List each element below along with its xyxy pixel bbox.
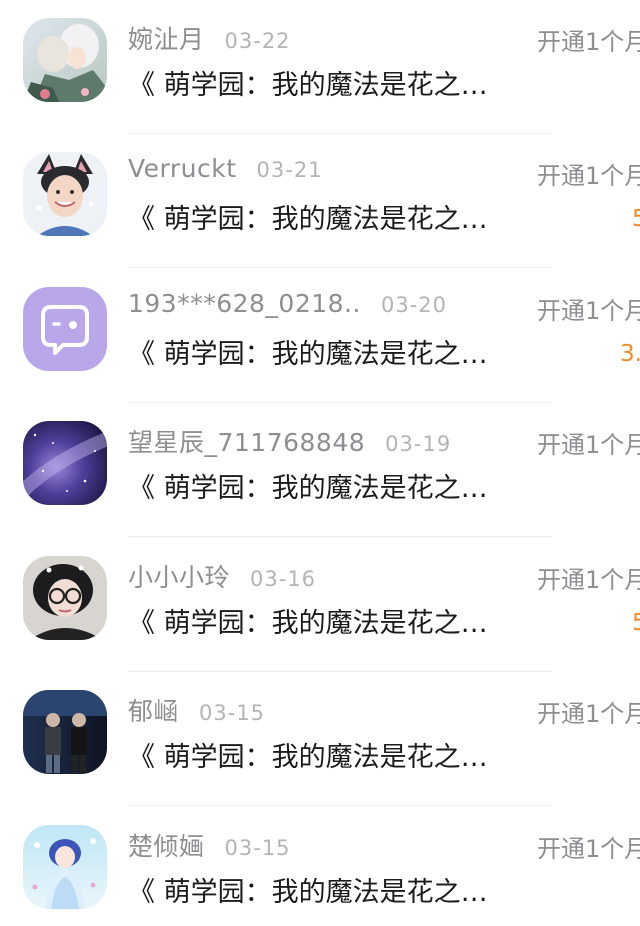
name-date-line: 郁崡 03-15 [128, 692, 265, 732]
row-divider [128, 267, 552, 268]
name-date-line: 婉沚月 03-22 [128, 20, 291, 60]
name-date-line: Verruckt 03-21 [128, 154, 323, 194]
amount-value: 5 [632, 610, 640, 636]
list-item[interactable]: 193***628_0218.. 03-20 《 萌学园：我的魔法是花之… 开通1个月… [0, 269, 640, 403]
subscription-action: 开通1个月 [537, 566, 640, 594]
user-name[interactable]: Verruckt [128, 154, 237, 183]
book-title[interactable]: 《 萌学园：我的魔法是花之… [128, 738, 533, 778]
name-date-line: 望星辰_711768848 03-19 [128, 423, 451, 463]
name-date-line: 小小小玲 03-16 [128, 558, 316, 598]
record-date: 03-21 [256, 158, 323, 182]
subscription-action: 开通1个月 [537, 297, 640, 325]
book-title[interactable]: 《 萌学园：我的魔法是花之… [128, 200, 533, 240]
amount-value: 3. [620, 341, 640, 367]
subscription-action: 开通1个月 [537, 700, 640, 728]
list-item[interactable]: 郁崡 03-15 《 萌学园：我的魔法是花之… 开通1个月 [0, 672, 640, 806]
book-title[interactable]: 《 萌学园：我的魔法是花之… [128, 604, 533, 644]
girl-selfie-avatar [23, 556, 107, 640]
record-date: 03-16 [250, 567, 317, 591]
record-date: 03-22 [224, 29, 291, 53]
list-item[interactable]: 婉沚月 03-22 《 萌学园：我的魔法是花之… 开通1个月 [0, 0, 640, 134]
book-title[interactable]: 《 萌学园：我的魔法是花之… [128, 469, 533, 509]
avatar[interactable] [23, 825, 107, 909]
record-date: 03-20 [380, 293, 447, 317]
galaxy-avatar [23, 421, 107, 505]
anime-couple-avatar [23, 18, 107, 102]
street-couple-avatar [23, 690, 107, 774]
avatar[interactable] [23, 18, 107, 102]
cat-ears-avatar [23, 152, 107, 236]
avatar[interactable] [23, 287, 107, 371]
user-name[interactable]: 婉沚月 [128, 20, 205, 56]
avatar[interactable] [23, 556, 107, 640]
subscription-action: 开通1个月 [537, 431, 640, 459]
name-date-line: 193***628_0218.. 03-20 [128, 289, 447, 329]
book-title[interactable]: 《 萌学园：我的魔法是花之… [128, 66, 533, 106]
row-divider [128, 536, 552, 537]
avatar[interactable] [23, 690, 107, 774]
subscription-record-list: 婉沚月 03-22 《 萌学园：我的魔法是花之… 开通1个月 Verruckt 03-21… [0, 0, 640, 926]
user-name[interactable]: 郁崡 [128, 692, 179, 728]
record-date: 03-19 [385, 432, 452, 456]
name-date-line: 楚倾婳 03-15 [128, 827, 291, 867]
subscription-action: 开通1个月 [537, 835, 640, 863]
book-title[interactable]: 《 萌学园：我的魔法是花之… [128, 873, 533, 913]
user-name[interactable]: 193***628_0218.. [128, 289, 361, 318]
user-name[interactable]: 楚倾婳 [128, 827, 205, 863]
default-chat-avatar [23, 287, 107, 371]
record-date: 03-15 [199, 701, 266, 725]
subscription-action: 开通1个月 [537, 162, 640, 190]
row-divider [128, 805, 552, 806]
avatar[interactable] [23, 152, 107, 236]
subscription-action: 开通1个月 [537, 28, 640, 56]
anime-princess-avatar [23, 825, 107, 909]
user-name[interactable]: 小小小玲 [128, 558, 230, 594]
list-item[interactable]: 楚倾婳 03-15 《 萌学园：我的魔法是花之… 开通1个月 [0, 807, 640, 926]
amount-value: 5 [632, 206, 640, 232]
list-item[interactable]: 望星辰_711768848 03-19 《 萌学园：我的魔法是花之… 开通1个月 [0, 403, 640, 537]
book-title[interactable]: 《 萌学园：我的魔法是花之… [128, 335, 533, 375]
record-date: 03-15 [224, 836, 291, 860]
list-item[interactable]: 小小小玲 03-16 《 萌学园：我的魔法是花之… 开通1个月 5 [0, 538, 640, 672]
avatar[interactable] [23, 421, 107, 505]
list-item[interactable]: Verruckt 03-21 《 萌学园：我的魔法是花之… 开通1个月 5 [0, 134, 640, 268]
user-name[interactable]: 望星辰_711768848 [128, 423, 365, 459]
